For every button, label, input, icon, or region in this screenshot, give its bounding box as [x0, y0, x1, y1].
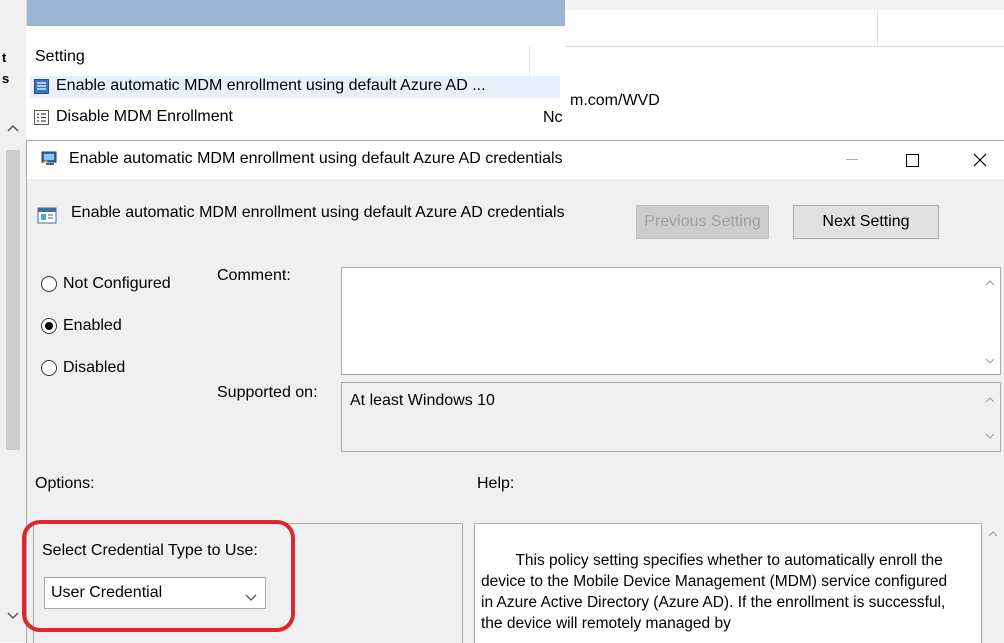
scroll-up-arrow-icon[interactable]	[982, 391, 998, 407]
radio-selected-icon	[41, 318, 57, 334]
options-label: Options:	[35, 475, 95, 492]
supported-on-label: Supported on:	[217, 384, 318, 401]
radio-disabled[interactable]: Disabled	[41, 359, 125, 377]
radio-label: Enabled	[63, 317, 122, 334]
column-header-setting[interactable]: Setting	[35, 48, 85, 66]
scroll-up-arrow-icon[interactable]	[4, 118, 22, 136]
list-item-label: Disable MDM Enrollment	[56, 108, 233, 125]
scroll-up-arrow-icon[interactable]	[982, 274, 998, 290]
policy-list-icon	[34, 110, 49, 125]
policy-name: Enable automatic MDM enrollment using de…	[71, 204, 565, 221]
scroll-down-arrow-icon[interactable]	[982, 427, 998, 443]
radio-label: Not Configured	[63, 275, 171, 292]
background-details-text: m.com/WVD	[570, 92, 660, 109]
truncated-label: s	[2, 71, 10, 86]
list-item-label: Enable automatic MDM enrollment using de…	[56, 77, 486, 94]
minimize-icon[interactable]	[829, 141, 875, 179]
radio-not-configured[interactable]: Not Configured	[41, 275, 171, 293]
dialog-title: Enable automatic MDM enrollment using de…	[69, 150, 563, 167]
background-window-titlebar	[0, 0, 565, 26]
help-label: Help:	[477, 475, 515, 492]
help-pane: This policy setting specifies whether to…	[474, 523, 982, 643]
scroll-down-arrow-icon[interactable]	[4, 606, 22, 624]
maximize-icon[interactable]	[889, 141, 935, 179]
background-state-text: Nc	[543, 109, 563, 126]
policy-setting-icon	[34, 79, 49, 94]
radio-enabled[interactable]: Enabled	[41, 317, 122, 335]
settings-list: Setting Enable automatic MDM enrollment …	[26, 26, 565, 142]
radio-circle-icon	[41, 276, 57, 292]
comment-label: Comment:	[217, 267, 291, 284]
radio-circle-icon	[41, 360, 57, 376]
scroll-up-arrow-icon[interactable]	[985, 525, 1001, 541]
radio-label: Disabled	[63, 359, 126, 376]
help-text: This policy setting specifies whether to…	[481, 552, 952, 632]
background-details-header	[565, 10, 1004, 47]
previous-setting-button[interactable]: Previous Setting	[636, 205, 769, 239]
list-item-disable-mdm[interactable]: Disable MDM Enrollment	[30, 107, 560, 129]
comment-textarea[interactable]	[341, 267, 1001, 375]
policy-setting-icon	[37, 207, 57, 224]
supported-on-value: At least Windows 10	[350, 392, 495, 409]
group-policy-icon	[40, 151, 57, 165]
next-setting-button[interactable]: Next Setting	[793, 205, 939, 239]
truncated-label: t	[2, 50, 7, 65]
dialog-titlebar[interactable]: Enable automatic MDM enrollment using de…	[27, 141, 1004, 179]
list-item-enable-mdm[interactable]: Enable automatic MDM enrollment using de…	[30, 76, 560, 98]
supported-on-field: At least Windows 10	[341, 382, 1001, 452]
close-icon[interactable]	[957, 141, 1003, 179]
red-highlight-annotation	[22, 520, 295, 632]
scroll-down-arrow-icon[interactable]	[982, 352, 998, 368]
scrollbar-thumb[interactable]	[6, 150, 20, 450]
